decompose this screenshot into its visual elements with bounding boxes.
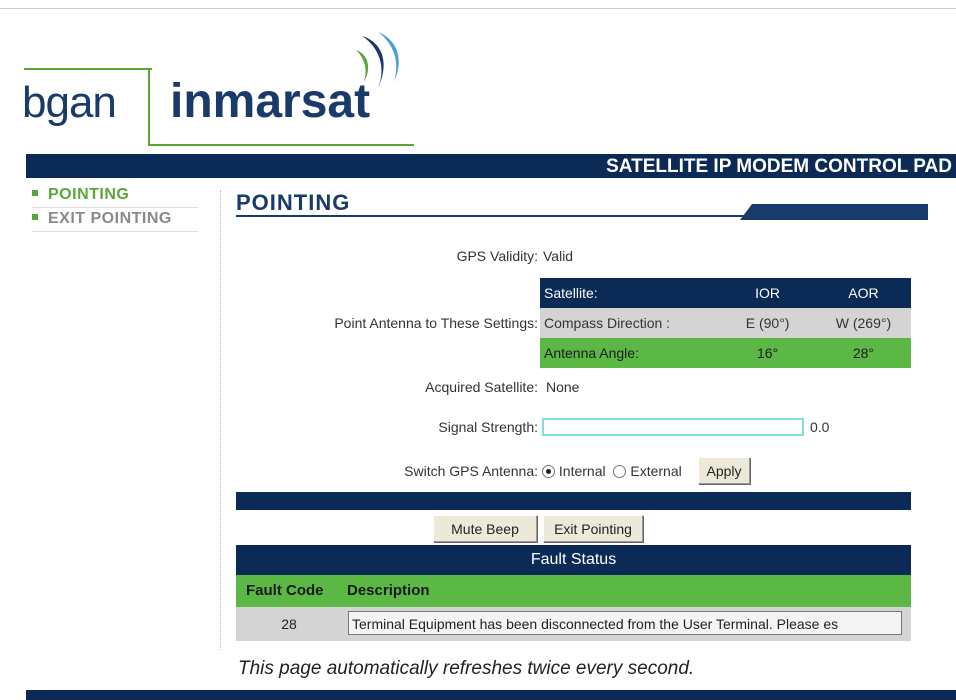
title-wedge bbox=[740, 204, 928, 220]
satellite-header-row: Satellite: IOR AOR bbox=[540, 278, 911, 308]
page-title: POINTING bbox=[236, 190, 351, 215]
gps-validity-label: GPS Validity: bbox=[456, 248, 538, 264]
signal-strength-bar bbox=[542, 418, 804, 436]
fault-description-field[interactable]: Terminal Equipment has been disconnected… bbox=[348, 611, 902, 635]
gps-antenna-options: Internal External bbox=[542, 463, 682, 479]
ior-header-cell: IOR bbox=[719, 278, 816, 308]
exit-pointing-button[interactable]: Exit Pointing bbox=[543, 515, 643, 542]
bullet-icon bbox=[32, 189, 38, 196]
auto-refresh-note: This page automatically refreshes twice … bbox=[238, 658, 695, 679]
signal-strength-label: Signal Strength: bbox=[438, 419, 538, 435]
logo-bgan-text: bgan bbox=[22, 78, 117, 127]
sidebar-divider bbox=[32, 207, 198, 208]
external-radio[interactable] bbox=[613, 464, 627, 478]
antenna-angle-row: Antenna Angle: 16° 28° bbox=[540, 338, 911, 368]
compass-ior-cell: E (90°) bbox=[719, 308, 816, 338]
apply-button[interactable]: Apply bbox=[698, 457, 750, 484]
mute-beep-button[interactable]: Mute Beep bbox=[433, 515, 537, 542]
compass-label-cell: Compass Direction : bbox=[540, 308, 720, 338]
internal-radio-label: Internal bbox=[558, 463, 606, 479]
point-antenna-label: Point Antenna to These Settings: bbox=[334, 315, 538, 331]
sidebar-divider bbox=[32, 231, 198, 232]
sidebar-separator bbox=[220, 190, 221, 650]
logo-frame-bottom bbox=[148, 144, 414, 146]
satellite-header-cell: Satellite: bbox=[540, 278, 720, 308]
angle-label-cell: Antenna Angle: bbox=[540, 338, 720, 368]
angle-aor-cell: 28° bbox=[815, 338, 911, 368]
sidebar-item-label: POINTING bbox=[48, 186, 130, 203]
switch-gps-antenna-label: Switch GPS Antenna: bbox=[404, 463, 538, 479]
sidebar-item-label: EXIT POINTING bbox=[48, 210, 172, 227]
logo-inmarsat-text: inmarsat bbox=[170, 75, 371, 128]
fault-status-header: Fault Status bbox=[236, 545, 911, 575]
header-title: SATELLITE IP MODEM CONTROL PAD bbox=[606, 156, 952, 177]
top-divider bbox=[0, 8, 956, 9]
acquired-satellite-label: Acquired Satellite: bbox=[425, 379, 538, 395]
acquired-satellite-value: None bbox=[546, 379, 580, 395]
bullet-icon bbox=[32, 213, 38, 220]
angle-ior-cell: 16° bbox=[719, 338, 816, 368]
compass-direction-row: Compass Direction : E (90°) W (269°) bbox=[540, 308, 911, 338]
external-radio-label: External bbox=[630, 463, 682, 479]
fault-code-cell: 28 bbox=[281, 616, 297, 632]
internal-radio[interactable] bbox=[542, 464, 555, 478]
logo-frame-top bbox=[24, 68, 152, 70]
logo-signal-arcs-icon bbox=[356, 32, 399, 88]
compass-aor-cell: W (269°) bbox=[815, 308, 911, 338]
gps-validity-value: Valid bbox=[543, 248, 574, 264]
section-divider-bar bbox=[236, 492, 911, 510]
footer-bar bbox=[26, 690, 956, 700]
fault-columns-header: Fault Code Description bbox=[236, 575, 911, 607]
satellite-table: Satellite: IOR AOR Compass Direction : E… bbox=[540, 278, 911, 368]
description-column-header: Description bbox=[347, 582, 430, 599]
logo-frame-divider bbox=[148, 68, 150, 146]
aor-header-cell: AOR bbox=[815, 278, 911, 308]
signal-strength-value: 0.0 bbox=[810, 419, 830, 435]
sidebar-item-pointing[interactable]: POINTING bbox=[32, 186, 129, 204]
sidebar-item-exit-pointing[interactable]: EXIT POINTING bbox=[32, 210, 172, 228]
fault-code-column-header: Fault Code bbox=[246, 582, 324, 599]
